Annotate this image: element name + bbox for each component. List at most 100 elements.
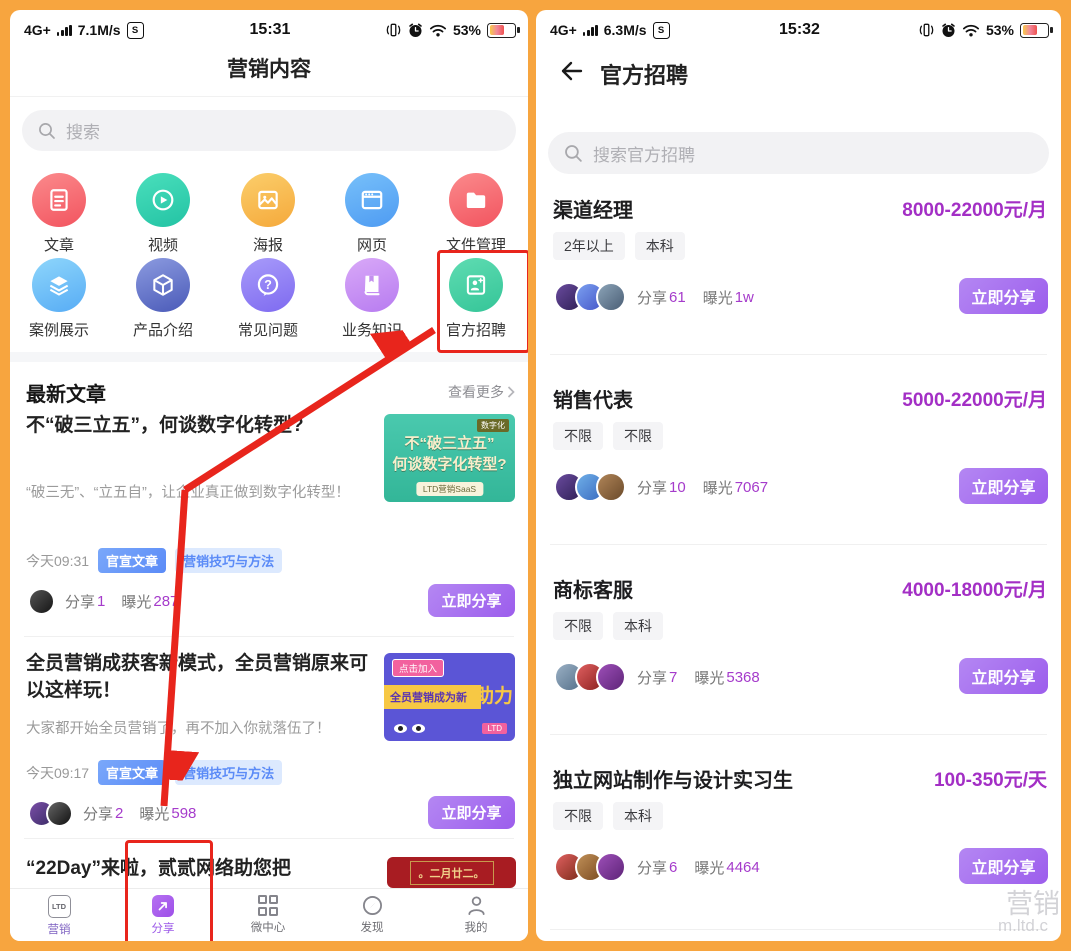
article-title[interactable]: 全员营销成获客新模式，全员营销原来可以这样玩！ [26, 650, 378, 704]
tab-share[interactable]: 分享 [126, 895, 200, 936]
article-badge-topic: 营销技巧与方法 [175, 548, 282, 573]
avatar [596, 852, 626, 882]
battery-percent: 53% [453, 22, 481, 38]
grid-item-webpages[interactable]: 网页 [324, 173, 420, 255]
share-now-button[interactable]: 立即分享 [428, 796, 515, 829]
left-phone-screenshot: 4G+ 7.1M/s S 15:31 53% 营销内容 搜索 文章 视频 海报 … [10, 10, 528, 941]
ltd-logo-icon: LTD [48, 895, 71, 918]
grid-item-files[interactable]: 文件管理 [428, 173, 524, 255]
vibrate-icon [918, 23, 935, 37]
vibrate-icon [385, 23, 402, 37]
grid-item-products[interactable]: 产品介绍 [115, 258, 211, 340]
alarm-icon [941, 23, 956, 38]
battery-percent: 53% [986, 22, 1014, 38]
avatar [596, 662, 626, 692]
article-thumbnail[interactable]: 点击加入 全员营销成为新 助力 LTD [384, 653, 515, 741]
share-now-button[interactable]: 立即分享 [959, 658, 1048, 694]
wifi-icon [429, 24, 447, 37]
article-date: 今天09:31 [26, 551, 89, 571]
share-now-button[interactable]: 立即分享 [959, 468, 1048, 504]
job-share-stats: 分享6 曝光4464 [554, 852, 760, 882]
thumb-brand-pill: LTD营销SaaS [416, 482, 483, 496]
wifi-icon [962, 24, 980, 37]
grid-item-posters[interactable]: 海报 [220, 173, 316, 255]
alarm-icon [408, 23, 423, 38]
grid-item-faq[interactable]: ? 常见问题 [220, 258, 316, 340]
compass-icon [362, 895, 383, 916]
article-date: 今天09:17 [26, 763, 89, 783]
question-icon: ? [255, 272, 281, 298]
job-salary: 4000-18000元/月 [902, 575, 1047, 602]
article-share-stats: 分享2 曝光598 [28, 800, 196, 827]
grid-item-recruiting[interactable]: 官方招聘 [428, 258, 524, 340]
thumb-brand-pill: LTD [482, 723, 507, 734]
article-meta: 今天09:17 官宣文章 营销技巧与方法 [26, 760, 282, 785]
search-input[interactable]: 搜索 [22, 110, 516, 151]
grid-squares-icon [258, 895, 279, 916]
article-badge-topic: 营销技巧与方法 [175, 760, 282, 785]
job-tags: 不限 本科 [553, 802, 663, 830]
see-more-link[interactable]: 查看更多 [448, 382, 515, 402]
article-summary: “破三无”、“立五自”，让企业真正做到数字化转型！ [26, 482, 378, 504]
image-icon [255, 187, 281, 213]
svg-text:?: ? [264, 278, 272, 292]
chevron-right-icon [507, 386, 515, 398]
grid-item-knowledge[interactable]: 业务知识 [324, 258, 420, 340]
job-share-stats: 分享61 曝光1w [554, 282, 754, 312]
avatar [28, 588, 55, 615]
search-placeholder: 搜索 [66, 118, 100, 143]
list-divider [550, 544, 1047, 545]
job-salary: 8000-22000元/月 [902, 195, 1047, 222]
share-now-button[interactable]: 立即分享 [959, 848, 1048, 884]
screenshot-canvas: { "colors":{"frame_orange":"#F7A53F","ac… [0, 0, 1071, 951]
browser-icon [359, 187, 385, 213]
page-title: 官方招聘 [600, 58, 688, 90]
list-divider [24, 838, 514, 839]
video-play-icon [150, 187, 176, 213]
search-input[interactable]: 搜索官方招聘 [548, 132, 1049, 174]
list-divider [550, 929, 1047, 930]
cube-icon [150, 272, 176, 298]
article-meta: 今天09:31 官宣文章 营销技巧与方法 [26, 548, 282, 573]
tab-me[interactable]: 我的 [439, 895, 513, 935]
battery-icon [1020, 23, 1049, 38]
header-divider [10, 96, 528, 97]
section-separator [10, 352, 528, 362]
tab-discover[interactable]: 发现 [335, 895, 409, 935]
grid-item-articles[interactable]: 文章 [11, 173, 107, 255]
grid-item-videos[interactable]: 视频 [115, 173, 211, 255]
folder-icon [463, 187, 489, 213]
job-salary: 5000-22000元/月 [902, 385, 1047, 412]
share-now-button[interactable]: 立即分享 [959, 278, 1048, 314]
search-icon [38, 122, 56, 140]
job-salary: 100-350元/天 [934, 765, 1047, 792]
search-placeholder: 搜索官方招聘 [593, 141, 695, 166]
left-status-bar: 4G+ 7.1M/s S 15:31 53% [24, 17, 516, 43]
share-arrow-icon [156, 899, 170, 913]
avatar [596, 282, 626, 312]
article-thumbnail[interactable]: 。二月廿二。 [387, 857, 516, 888]
back-arrow-icon [556, 58, 584, 84]
tab-bar: LTD 营销 分享 微中心 发现 我的 [10, 888, 528, 941]
article-thumbnail[interactable]: 数字化 不“破三立五” 何谈数字化转型? LTD营销SaaS [384, 414, 515, 502]
article-title[interactable]: “22Day”来啦，贰贰网络助您把 [26, 855, 378, 882]
person-icon [466, 895, 487, 916]
section-title: 最新文章 [26, 378, 106, 407]
grid-item-cases[interactable]: 案例展示 [11, 258, 107, 340]
list-divider [550, 734, 1047, 735]
article-title[interactable]: 不“破三立五”，何谈数字化转型? [26, 412, 378, 439]
back-button[interactable] [556, 58, 584, 89]
watermark: m.ltd.c [998, 916, 1048, 936]
thumb-eyes-decor [394, 724, 425, 733]
tab-marketing[interactable]: LTD 营销 [22, 895, 96, 937]
tab-microcenter[interactable]: 微中心 [231, 895, 305, 935]
avatar [46, 800, 73, 827]
job-tags: 2年以上 本科 [553, 232, 685, 260]
right-status-bar: 4G+ 6.3M/s S 15:32 53% [550, 17, 1049, 43]
share-now-button[interactable]: 立即分享 [428, 584, 515, 617]
book-icon [359, 272, 385, 298]
thumb-join-pill: 点击加入 [392, 659, 444, 677]
list-divider [24, 636, 514, 637]
document-icon [46, 187, 72, 213]
right-phone-screenshot: 4G+ 6.3M/s S 15:32 53% 官方招聘 搜索官方招聘 渠道经理 … [536, 10, 1061, 941]
